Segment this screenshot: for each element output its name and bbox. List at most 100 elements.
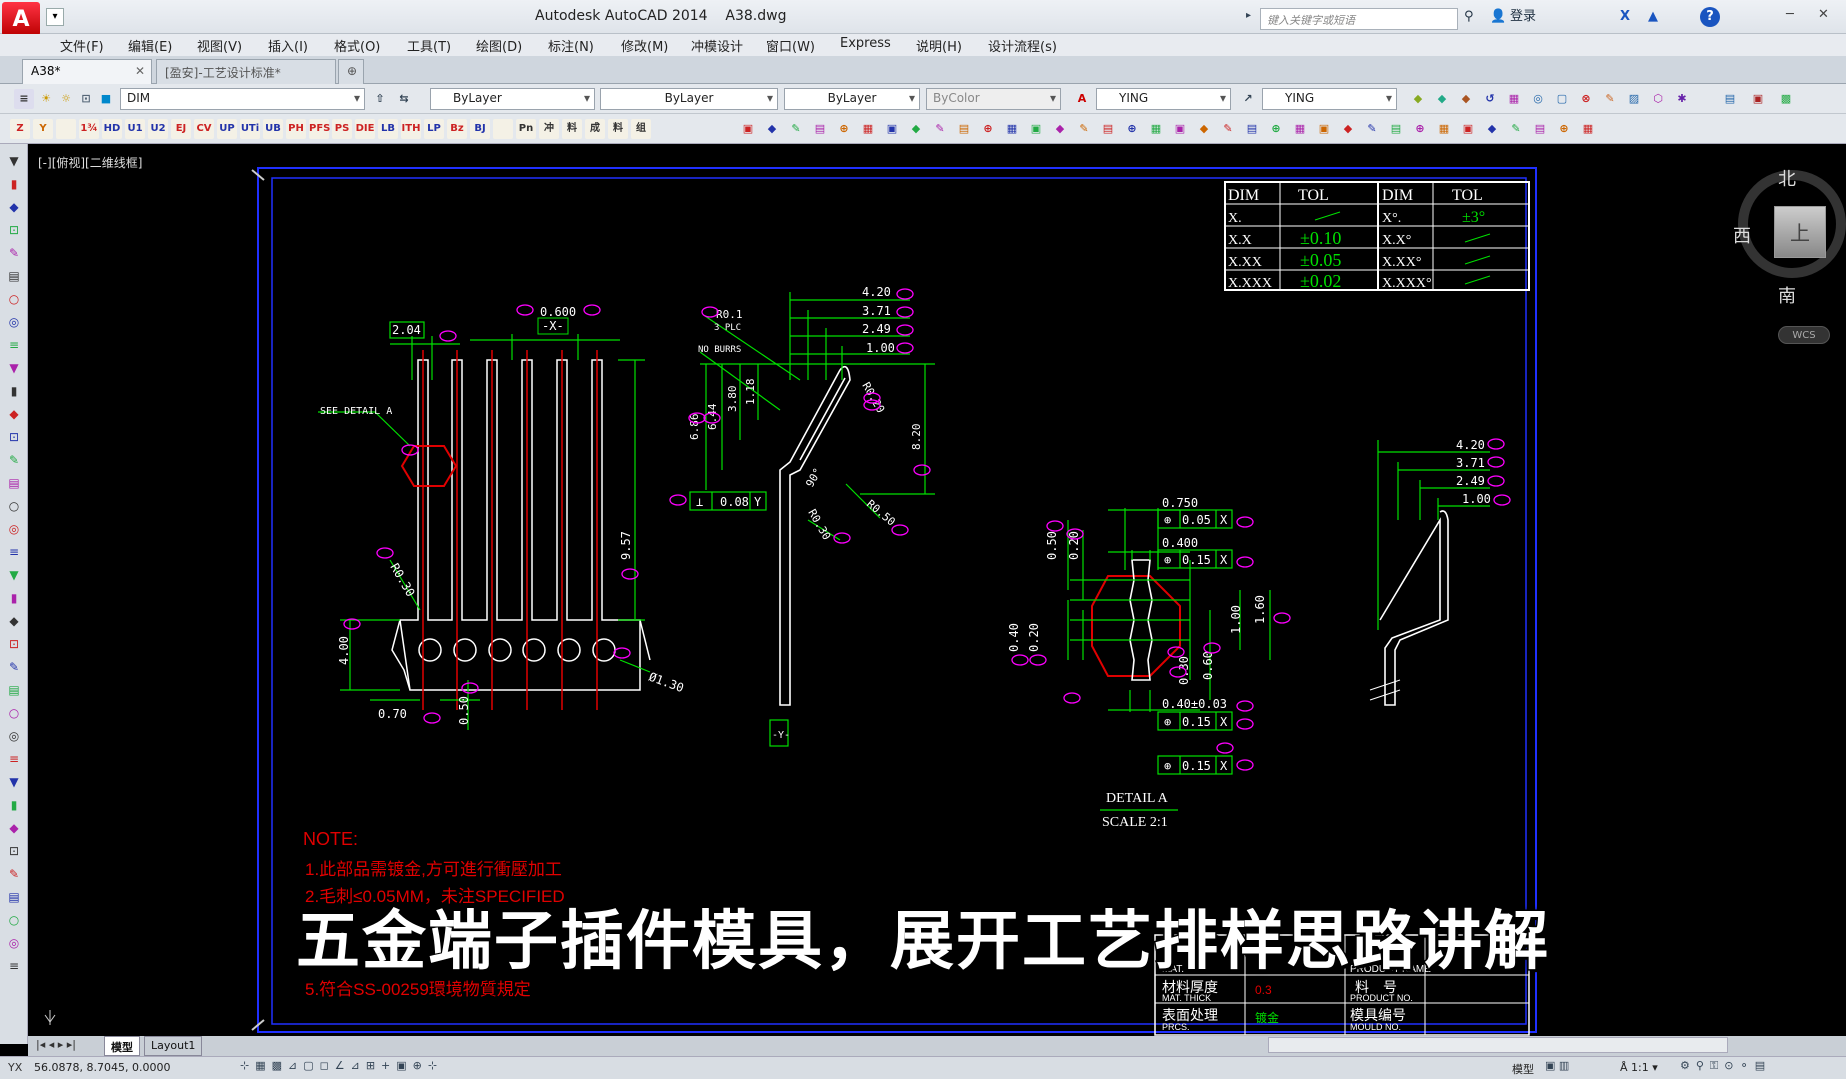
- tool-d-icon[interactable]: ↺: [1480, 89, 1500, 109]
- lock-icon[interactable]: ⊡: [76, 89, 96, 109]
- left-tool-26-icon[interactable]: ≡: [4, 750, 24, 768]
- die-tool-15-icon[interactable]: DIE: [355, 119, 375, 139]
- die-tool-7-icon[interactable]: EJ: [171, 119, 191, 139]
- text-style-icon[interactable]: A: [1072, 89, 1092, 109]
- left-tool-15-icon[interactable]: ○: [4, 497, 24, 515]
- left-tool-17-icon[interactable]: ≡: [4, 543, 24, 561]
- left-tool-1-icon[interactable]: ▮: [4, 175, 24, 193]
- dim-style-select[interactable]: YING: [1262, 88, 1397, 110]
- menu-format[interactable]: 格式(O): [334, 36, 380, 55]
- autodesk-360-icon[interactable]: ▲: [1648, 7, 1658, 27]
- left-tool-16-icon[interactable]: ◎: [4, 520, 24, 538]
- left-tool-20-icon[interactable]: ◆: [4, 612, 24, 630]
- app-logo-button[interactable]: A: [2, 2, 40, 36]
- minimize-button[interactable]: ─: [1786, 5, 1794, 25]
- help-icon[interactable]: ?: [1700, 7, 1720, 27]
- die-tool-0-icon[interactable]: Z: [10, 119, 30, 139]
- menu-view[interactable]: 视图(V): [197, 36, 242, 55]
- left-tool-6-icon[interactable]: ○: [4, 290, 24, 308]
- layer-select[interactable]: ByLayer: [430, 88, 595, 110]
- left-tool-31-icon[interactable]: ✎: [4, 865, 24, 883]
- bulb-icon[interactable]: ☀: [36, 89, 56, 109]
- die-tool-8-icon[interactable]: CV: [194, 119, 214, 139]
- tool-l-icon[interactable]: ✱: [1672, 89, 1692, 109]
- die-tool-4-icon[interactable]: HD: [102, 119, 122, 139]
- left-tool-11-icon[interactable]: ◆: [4, 405, 24, 423]
- annotation-scale[interactable]: Å 1:1 ▾: [1620, 1061, 1658, 1074]
- layout-icons[interactable]: ▣ ▥: [1545, 1059, 1569, 1072]
- die-tool-10-icon[interactable]: UTi: [240, 119, 260, 139]
- left-tool-24-icon[interactable]: ○: [4, 704, 24, 722]
- menu-dimension[interactable]: 标注(N): [548, 36, 594, 55]
- misc-tool-11-icon[interactable]: ▦: [1002, 119, 1022, 139]
- menu-insert[interactable]: 插入(I): [268, 36, 308, 55]
- die-tool-12-icon[interactable]: PH: [286, 119, 306, 139]
- left-tool-2-icon[interactable]: ◆: [4, 198, 24, 216]
- misc-tool-32-icon[interactable]: ✎: [1506, 119, 1526, 139]
- close-button[interactable]: ✕: [1818, 5, 1829, 25]
- misc-tool-3-icon[interactable]: ▤: [810, 119, 830, 139]
- tab-process-standard[interactable]: [盈安]-工艺设计标准*: [156, 59, 336, 84]
- misc-tool-34-icon[interactable]: ⊕: [1554, 119, 1574, 139]
- tab-close-icon[interactable]: ✕: [135, 64, 145, 78]
- die-tool-27-icon[interactable]: 组: [631, 119, 651, 139]
- die-tool-2-icon[interactable]: [56, 119, 76, 139]
- left-tool-27-icon[interactable]: ▼: [4, 773, 24, 791]
- die-tool-20-icon[interactable]: BJ: [470, 119, 490, 139]
- tool-m-icon[interactable]: ▤: [1720, 89, 1740, 109]
- viewcube[interactable]: 北 西 南 上: [1733, 169, 1846, 307]
- misc-tool-28-icon[interactable]: ⊕: [1410, 119, 1430, 139]
- die-tool-1-icon[interactable]: Y: [33, 119, 53, 139]
- misc-tool-2-icon[interactable]: ✎: [786, 119, 806, 139]
- misc-tool-1-icon[interactable]: ◆: [762, 119, 782, 139]
- tool-j-icon[interactable]: ▨: [1624, 89, 1644, 109]
- left-tool-10-icon[interactable]: ▮: [4, 382, 24, 400]
- die-tool-3-icon[interactable]: 1¾: [79, 119, 99, 139]
- misc-tool-35-icon[interactable]: ▦: [1578, 119, 1598, 139]
- misc-tool-5-icon[interactable]: ▦: [858, 119, 878, 139]
- tab-a38[interactable]: A38* ✕: [22, 59, 152, 84]
- left-tool-28-icon[interactable]: ▮: [4, 796, 24, 814]
- misc-tool-12-icon[interactable]: ▣: [1026, 119, 1046, 139]
- text-style-select[interactable]: YING: [1096, 88, 1231, 110]
- status-tray-icons[interactable]: ⚙⚲⚿⊙⚬▤: [1680, 1059, 1771, 1073]
- misc-tool-7-icon[interactable]: ◆: [906, 119, 926, 139]
- misc-tool-25-icon[interactable]: ◆: [1338, 119, 1358, 139]
- login-link[interactable]: 登录: [1510, 7, 1536, 27]
- misc-tool-29-icon[interactable]: ▦: [1434, 119, 1454, 139]
- menu-file[interactable]: 文件(F): [60, 36, 104, 55]
- misc-tool-8-icon[interactable]: ✎: [930, 119, 950, 139]
- drafting-toggles[interactable]: ⊹▦▩⊿▢◻∠⊿⊞+▣⊕⊹: [240, 1059, 443, 1072]
- die-tool-5-icon[interactable]: U1: [125, 119, 145, 139]
- quick-access-dropdown-icon[interactable]: ▾: [46, 8, 64, 26]
- menu-window[interactable]: 窗口(W): [766, 36, 815, 55]
- misc-tool-20-icon[interactable]: ✎: [1218, 119, 1238, 139]
- wcs-menu[interactable]: WCS: [1778, 326, 1830, 344]
- tool-e-icon[interactable]: ▦: [1504, 89, 1524, 109]
- die-tool-13-icon[interactable]: PFS: [309, 119, 330, 139]
- misc-tool-27-icon[interactable]: ▤: [1386, 119, 1406, 139]
- menu-modify[interactable]: 修改(M): [621, 36, 668, 55]
- menu-help[interactable]: 说明(H): [916, 36, 962, 55]
- die-tool-16-icon[interactable]: LB: [378, 119, 398, 139]
- die-tool-23-icon[interactable]: 冲: [539, 119, 559, 139]
- misc-tool-30-icon[interactable]: ▣: [1458, 119, 1478, 139]
- tool-o-icon[interactable]: ▩: [1776, 89, 1796, 109]
- left-tool-3-icon[interactable]: ⊡: [4, 221, 24, 239]
- misc-tool-4-icon[interactable]: ⊕: [834, 119, 854, 139]
- new-tab-icon[interactable]: ⊕: [338, 59, 364, 84]
- horizontal-scrollbar[interactable]: [1268, 1037, 1728, 1053]
- menu-tools[interactable]: 工具(T): [407, 36, 451, 55]
- die-tool-22-icon[interactable]: Pn: [516, 119, 536, 139]
- misc-tool-0-icon[interactable]: ▣: [738, 119, 758, 139]
- left-tool-5-icon[interactable]: ▤: [4, 267, 24, 285]
- misc-tool-22-icon[interactable]: ⊕: [1266, 119, 1286, 139]
- die-tool-17-icon[interactable]: ITH: [401, 119, 421, 139]
- tool-i-icon[interactable]: ✎: [1600, 89, 1620, 109]
- misc-tool-10-icon[interactable]: ⊕: [978, 119, 998, 139]
- misc-tool-33-icon[interactable]: ▤: [1530, 119, 1550, 139]
- die-tool-24-icon[interactable]: 料: [562, 119, 582, 139]
- menu-edit[interactable]: 编辑(E): [128, 36, 172, 55]
- misc-tool-26-icon[interactable]: ✎: [1362, 119, 1382, 139]
- viewport-controls[interactable]: [-][俯视][二维线框]: [38, 154, 142, 171]
